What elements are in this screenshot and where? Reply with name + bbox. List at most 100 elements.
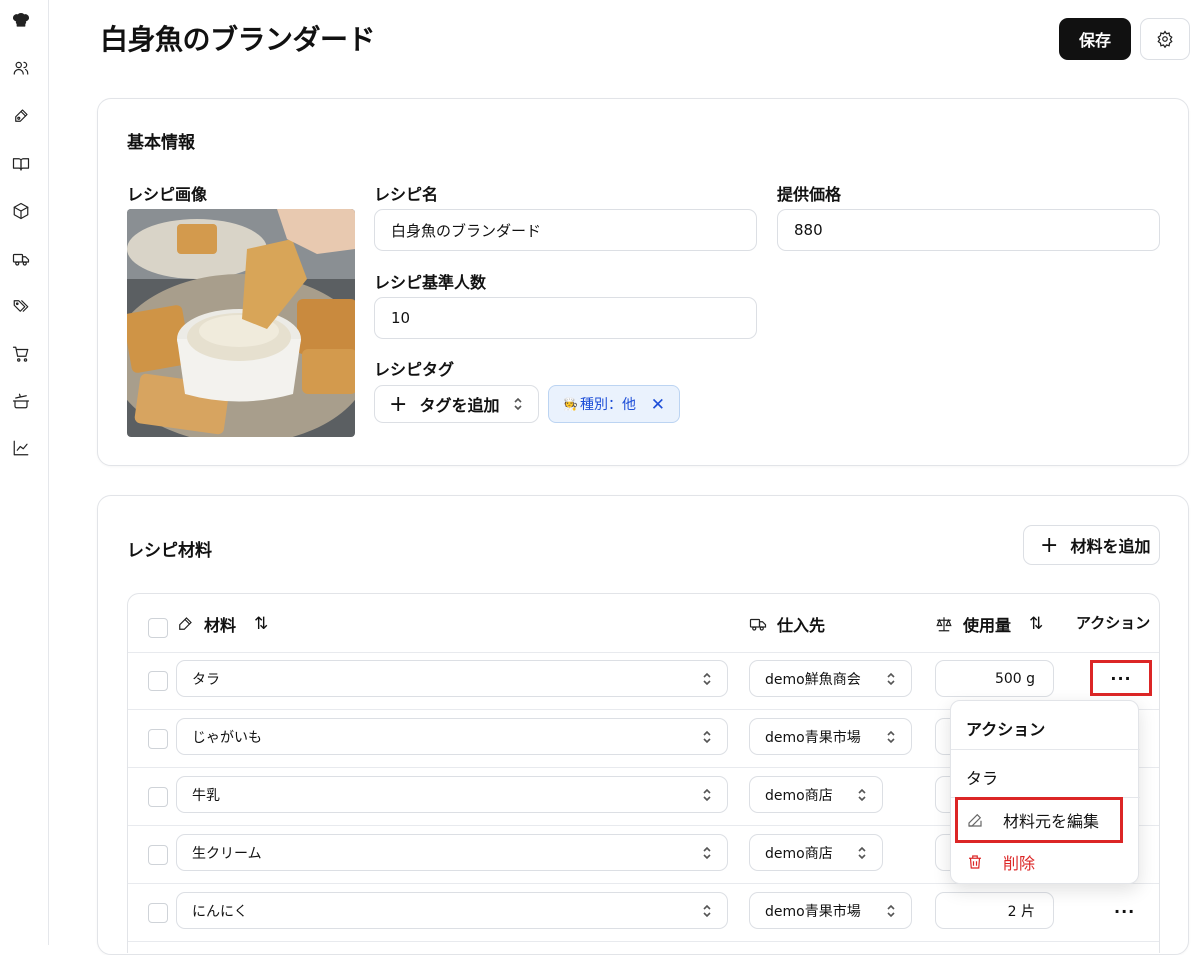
column-action: アクション xyxy=(1076,614,1151,632)
chevron-updown-icon xyxy=(701,845,713,861)
row-checkbox[interactable] xyxy=(148,729,168,749)
settings-button[interactable] xyxy=(1140,18,1190,60)
ingredients-title: レシピ材料 xyxy=(127,541,212,561)
supplier-select[interactable]: demo鮮魚商会 xyxy=(749,660,912,697)
add-ingredient-button[interactable]: + 材料を追加 xyxy=(1023,525,1160,565)
action-menu-subtitle: タラ xyxy=(966,769,999,788)
column-supplier-label: 仕入先 xyxy=(777,616,826,635)
column-amount[interactable]: 使用量 ⇅ xyxy=(935,612,1043,636)
gear-icon xyxy=(1157,30,1173,48)
amount-input[interactable]: 2 片 xyxy=(935,892,1054,929)
price-input[interactable]: 880 xyxy=(777,209,1160,251)
tag-chip-label: 種別：他 xyxy=(579,397,636,413)
chef-hat-icon[interactable] xyxy=(10,9,32,31)
supplier-select[interactable]: demo商店 xyxy=(749,776,883,813)
trash-icon xyxy=(969,855,981,869)
chevron-updown-icon xyxy=(885,903,897,919)
ingredient-select[interactable]: じゃがいも xyxy=(176,718,728,755)
book-open-icon[interactable] xyxy=(10,153,32,175)
supplier-select[interactable]: demo青果市場 xyxy=(749,718,912,755)
truck-icon xyxy=(749,618,767,631)
users-icon[interactable] xyxy=(10,57,32,79)
action-menu-title: アクション xyxy=(966,720,1046,739)
save-button[interactable]: 保存 xyxy=(1059,18,1131,60)
chevron-updown-icon xyxy=(701,787,713,803)
ingredient-name: じゃがいも xyxy=(192,729,262,746)
edit-icon xyxy=(968,813,982,827)
chevron-updown-icon xyxy=(512,396,524,412)
more-actions-button[interactable]: ··· xyxy=(1114,902,1135,921)
recipe-image-label: レシピ画像 xyxy=(127,185,208,204)
tag-chip[interactable]: 🧑‍🍳 種別：他 ✕ xyxy=(548,385,680,423)
pen-tool-icon[interactable] xyxy=(10,105,32,127)
row-checkbox[interactable] xyxy=(148,671,168,691)
scale-icon xyxy=(936,617,952,632)
ingredient-select[interactable]: にんにく xyxy=(176,892,728,929)
servings-input[interactable]: 10 xyxy=(374,297,757,339)
chevron-updown-icon xyxy=(856,845,868,861)
chevron-updown-icon xyxy=(701,729,713,745)
basic-info-title: 基本情報 xyxy=(127,133,195,153)
chevron-updown-icon xyxy=(885,671,897,687)
tags-icon[interactable] xyxy=(10,295,32,317)
price-label: 提供価格 xyxy=(777,185,842,204)
ingredient-select[interactable]: タラ xyxy=(176,660,728,697)
chevron-updown-icon xyxy=(885,729,897,745)
page-title: 白身魚のブランダード xyxy=(100,23,376,56)
cooking-pot-icon[interactable] xyxy=(10,390,32,412)
supplier-name: demo青果市場 xyxy=(765,729,861,746)
ingredient-select[interactable]: 生クリーム xyxy=(176,834,728,871)
plus-icon: + xyxy=(1040,532,1059,558)
chart-icon[interactable] xyxy=(10,437,32,459)
sort-icon[interactable]: ⇅ xyxy=(254,614,268,634)
delete-label: 削除 xyxy=(1003,854,1036,873)
package-icon[interactable] xyxy=(10,200,32,222)
edit-ingredient-source-label: 材料元を編集 xyxy=(1003,812,1100,831)
edit-ingredient-source-item[interactable]: 材料元を編集 xyxy=(955,797,1123,843)
column-amount-label: 使用量 xyxy=(963,616,1012,635)
recipe-name-input[interactable]: 白身魚のブランダード xyxy=(374,209,757,251)
recipe-image[interactable] xyxy=(127,209,355,437)
pen-tool-icon xyxy=(179,617,192,630)
supplier-name: demo鮮魚商会 xyxy=(765,671,861,688)
chevron-updown-icon xyxy=(701,671,713,687)
select-all-checkbox[interactable] xyxy=(148,618,168,638)
recipe-name-label: レシピ名 xyxy=(374,185,439,204)
row-checkbox[interactable] xyxy=(148,903,168,923)
tags-label: レシピタグ xyxy=(374,360,455,379)
row-checkbox[interactable] xyxy=(148,787,168,807)
supplier-name: demo商店 xyxy=(765,845,833,862)
divider xyxy=(128,652,1159,653)
divider xyxy=(128,941,1159,942)
plus-icon: + xyxy=(389,391,408,417)
close-icon[interactable]: ✕ xyxy=(651,395,665,415)
supplier-select[interactable]: demo商店 xyxy=(749,834,883,871)
chevron-updown-icon xyxy=(856,787,868,803)
ingredient-name: にんにく xyxy=(192,903,248,920)
ingredient-name: タラ xyxy=(192,671,220,688)
supplier-select[interactable]: demo青果市場 xyxy=(749,892,912,929)
servings-label: レシピ基準人数 xyxy=(374,273,487,292)
action-menu: アクション タラ 材料元を編集 削除 xyxy=(950,700,1140,884)
cart-icon[interactable] xyxy=(10,343,32,365)
divider xyxy=(951,749,1140,750)
add-tag-select[interactable]: + タグを追加 xyxy=(374,385,539,423)
row-checkbox[interactable] xyxy=(148,845,168,865)
column-ingredient[interactable]: 材料 ⇅ xyxy=(176,612,268,636)
chevron-updown-icon xyxy=(701,903,713,919)
tag-emoji-icon: 🧑‍🍳 xyxy=(563,397,578,411)
sidebar xyxy=(0,0,49,945)
add-ingredient-label: 材料を追加 xyxy=(1070,537,1151,556)
ingredient-name: 生クリーム xyxy=(192,845,262,862)
amount-input[interactable]: 500 g xyxy=(935,660,1054,697)
truck-icon[interactable] xyxy=(10,248,32,270)
column-supplier: 仕入先 xyxy=(749,612,825,636)
add-tag-label: タグを追加 xyxy=(419,396,500,415)
ingredient-name: 牛乳 xyxy=(192,787,220,804)
supplier-name: demo商店 xyxy=(765,787,833,804)
ingredient-select[interactable]: 牛乳 xyxy=(176,776,728,813)
sort-icon[interactable]: ⇅ xyxy=(1029,614,1043,634)
column-ingredient-label: 材料 xyxy=(204,616,237,635)
delete-item[interactable]: 削除 xyxy=(966,850,1035,874)
more-actions-button[interactable]: ··· xyxy=(1090,660,1152,696)
